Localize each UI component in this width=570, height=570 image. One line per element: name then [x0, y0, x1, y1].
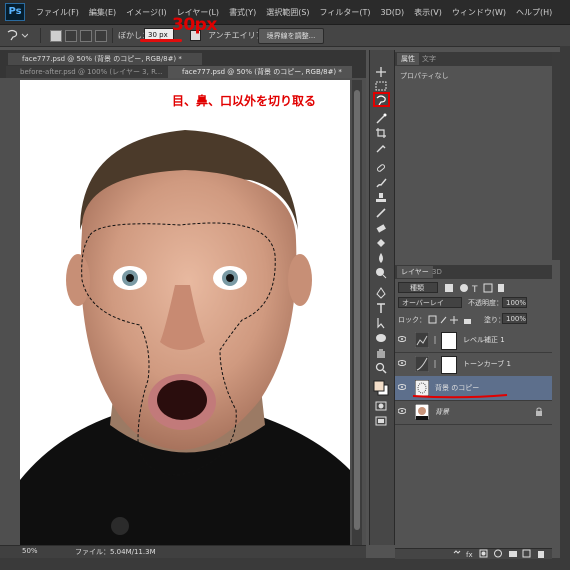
feather-annotation: 30px — [172, 15, 217, 35]
lock-options-icons[interactable] — [428, 315, 478, 325]
blend-mode-select[interactable]: オーバーレイ — [398, 297, 462, 308]
curves-adjustment-icon — [415, 356, 429, 372]
tab-3d[interactable]: 3D — [428, 266, 446, 278]
menu-view[interactable]: 表示(V) — [409, 7, 447, 18]
right-dock-border — [560, 46, 570, 558]
layer-name: トーンカーブ 1 — [463, 360, 511, 368]
visibility-eye-icon[interactable] — [398, 336, 406, 342]
menu-edit[interactable]: 編集(E) — [84, 7, 121, 18]
feather-underline-annotation — [140, 39, 182, 42]
svg-text:fx: fx — [466, 551, 473, 558]
layer-filter-icons[interactable]: T — [444, 283, 544, 293]
add-selection-icon[interactable] — [65, 30, 77, 42]
lock-icon — [536, 407, 542, 416]
filter-kind-label: 種類 — [410, 284, 424, 292]
brush-tool-icon[interactable] — [375, 177, 387, 189]
quick-mask-icon[interactable] — [375, 400, 387, 412]
layers-action-icons[interactable]: fx — [452, 549, 552, 558]
properties-scrollbar[interactable] — [552, 52, 560, 260]
face-photo-image — [20, 80, 350, 545]
menu-image[interactable]: イメージ(I) — [121, 7, 171, 18]
menu-3d[interactable]: 3D(D) — [376, 8, 410, 17]
doc-tab-before-after[interactable]: before-after.psd @ 100% (レイヤー 3, R... — [6, 66, 180, 78]
pen-tool-icon[interactable] — [375, 287, 387, 299]
cut-instruction-annotation: 目、鼻、口以外を切り取る — [172, 94, 317, 108]
menu-file[interactable]: ファイル(F) — [31, 7, 84, 18]
zoom-tool-icon[interactable] — [375, 362, 387, 374]
bottom-strip — [0, 558, 570, 570]
doc-tab-face777-active[interactable]: face777.psd @ 50% (背景 のコピー, RGB/8#) * — [168, 66, 352, 78]
layer-name: 背景 — [435, 408, 449, 416]
layer-filter-kind[interactable]: 種類 — [398, 282, 438, 293]
visibility-eye-icon[interactable] — [398, 384, 406, 390]
marquee-tool-icon[interactable] — [375, 80, 387, 92]
doc-tab-face777-top[interactable]: face777.psd @ 50% (背景 のコピー, RGB/8#) * — [8, 53, 202, 65]
layer-row-background[interactable]: 背景 — [395, 400, 552, 425]
color-swatches-icon[interactable] — [373, 380, 389, 396]
subtract-selection-icon[interactable] — [80, 30, 92, 42]
layer-row-curves[interactable]: トーンカーブ 1 — [395, 352, 552, 377]
type-tool-icon[interactable] — [375, 302, 387, 314]
lock-label: ロック： — [398, 316, 426, 324]
new-selection-icon[interactable] — [50, 30, 62, 42]
menu-select[interactable]: 選択範囲(S) — [261, 7, 314, 18]
layer-name: 背景 のコピー — [435, 384, 480, 392]
healing-brush-icon[interactable] — [375, 162, 387, 174]
eraser-tool-icon[interactable] — [375, 222, 387, 234]
canvas-scroll-thumb[interactable] — [354, 90, 360, 530]
move-tool-icon[interactable] — [375, 66, 387, 78]
properties-panel — [395, 52, 552, 260]
menu-window[interactable]: ウィンドウ(W) — [447, 7, 511, 18]
shape-tool-icon[interactable] — [375, 332, 387, 344]
clone-stamp-icon[interactable] — [375, 192, 387, 204]
magic-wand-icon[interactable] — [375, 112, 387, 124]
crop-tool-icon[interactable] — [375, 127, 387, 139]
layer-name: レベル補正 1 — [463, 336, 505, 344]
visibility-eye-icon[interactable] — [398, 360, 406, 366]
menu-type[interactable]: 書式(Y) — [224, 7, 261, 18]
file-size-info: ファイル：5.04M/11.3M — [75, 548, 156, 556]
layer-mask-thumbnail — [441, 332, 457, 350]
menu-filter[interactable]: フィルター(T) — [315, 7, 376, 18]
eyedropper-icon[interactable] — [375, 142, 387, 154]
dodge-tool-icon[interactable] — [375, 267, 387, 279]
refine-edge-button[interactable]: 境界線を調整... — [258, 28, 324, 44]
lasso-tool-preset-icon[interactable] — [6, 29, 29, 43]
svg-text:T: T — [471, 285, 478, 293]
mask-link-icon — [434, 336, 436, 344]
intersect-selection-icon[interactable] — [95, 30, 107, 42]
selected-layer-underline-annotation — [412, 394, 508, 399]
no-properties-text: プロパティなし — [400, 72, 449, 80]
tab-properties[interactable]: 属性 — [397, 53, 419, 65]
blur-tool-icon[interactable] — [375, 252, 387, 264]
menu-help[interactable]: ヘルプ(H) — [511, 7, 557, 18]
lasso-tool-highlight — [373, 92, 390, 107]
history-brush-icon[interactable] — [375, 207, 387, 219]
levels-adjustment-icon — [415, 332, 429, 348]
menu-bar: Ps ファイル(F) 編集(E) イメージ(I) レイヤー(L) 書式(Y) 選… — [0, 0, 570, 25]
mask-link-icon — [434, 360, 436, 368]
path-selection-icon[interactable] — [375, 317, 387, 329]
opacity-label: 不透明度： — [468, 299, 503, 307]
tab-character[interactable]: 文字 — [418, 53, 440, 65]
screen-mode-icon[interactable] — [375, 415, 387, 427]
photo-canvas[interactable] — [20, 80, 350, 545]
paint-bucket-icon[interactable] — [375, 237, 387, 249]
hand-tool-icon[interactable] — [375, 347, 387, 359]
zoom-level[interactable]: 50% — [22, 547, 38, 555]
layer-thumbnail — [415, 404, 429, 420]
opacity-input[interactable]: 100% — [502, 297, 527, 308]
layer-mask-thumbnail — [441, 356, 457, 374]
layer-row-levels[interactable]: レベル補正 1 — [395, 328, 552, 353]
fill-input[interactable]: 100% — [502, 313, 527, 324]
status-bar — [0, 545, 366, 558]
visibility-eye-icon[interactable] — [398, 408, 406, 414]
photoshop-logo: Ps — [5, 3, 25, 21]
